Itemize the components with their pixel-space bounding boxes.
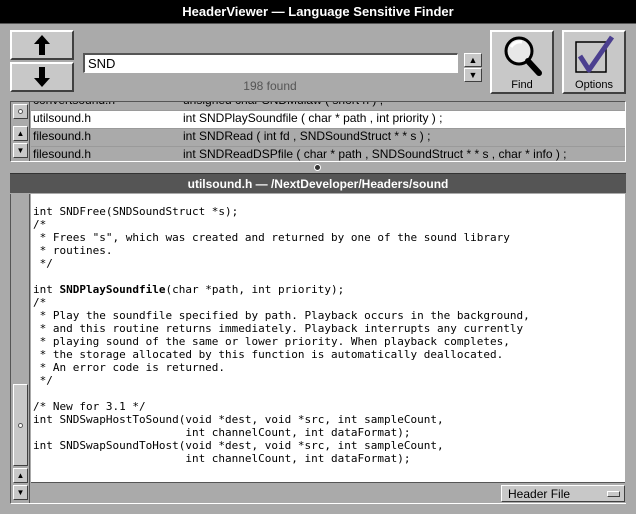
code-line: /* <box>33 296 47 309</box>
code-line-suffix: (char *path, int priority); <box>165 283 345 296</box>
results-rows: convertsound.h unsigned char SNDMulaw ( … <box>31 102 625 161</box>
options-button-label: Options <box>575 79 613 91</box>
triangle-down-icon: ▼ <box>16 145 25 155</box>
code-status-strip: Header File <box>31 482 625 503</box>
header-code: int SNDFree(SNDSoundStruct *s); /* * Fre… <box>31 194 625 465</box>
code-line: * An error code is returned. <box>33 361 226 374</box>
code-line: int channelCount, int dataFormat); <box>33 452 411 465</box>
results-scroll-down-button[interactable]: ▼ <box>13 143 28 158</box>
code-line: /* <box>33 218 47 231</box>
view-mode-label: Header File <box>508 486 571 501</box>
code-line: */ <box>33 374 53 387</box>
split-view-divider-handle[interactable] <box>314 164 321 171</box>
arrow-down-icon <box>34 67 50 87</box>
code-text-area[interactable]: int SNDFree(SNDSoundStruct *s); /* * Fre… <box>31 194 625 482</box>
code-line: /* New for 3.1 */ <box>33 400 146 413</box>
knob-dot-icon <box>18 422 23 428</box>
code-scroll-down-button[interactable]: ▼ <box>13 485 28 500</box>
code-scroll-knob[interactable] <box>13 384 28 466</box>
window-title: HeaderViewer — Language Sensitive Finder <box>182 4 454 19</box>
result-row[interactable]: convertsound.h unsigned char SNDMulaw ( … <box>31 102 625 111</box>
code-line: * Frees "s", which was created and retur… <box>33 231 510 244</box>
code-line: int channelCount, int dataFormat); <box>33 426 411 439</box>
found-count: 198 found <box>243 79 297 93</box>
knob-dot-icon <box>18 109 23 114</box>
result-row[interactable]: filesound.h int SNDReadDSPfile ( char * … <box>31 147 625 161</box>
highlighted-function: SNDPlaySoundfile <box>59 283 166 296</box>
triangle-up-icon: ▲ <box>468 54 478 65</box>
code-line: */ <box>33 257 53 270</box>
results-scrollbar[interactable]: ▲ ▼ <box>11 102 30 161</box>
next-button[interactable] <box>10 62 74 92</box>
code-line: int SNDFree(SNDSoundStruct *s); <box>33 205 239 218</box>
magnifier-icon <box>504 36 542 76</box>
code-line: * routines. <box>33 244 113 257</box>
triangle-down-icon: ▼ <box>16 487 25 497</box>
view-mode-popup[interactable]: Header File <box>501 485 625 502</box>
options-button[interactable]: Options <box>562 30 626 94</box>
result-declaration: int SNDRead ( int fd , SNDSoundStruct * … <box>183 129 431 143</box>
result-row[interactable]: filesound.h int SNDRead ( int fd , SNDSo… <box>31 129 625 147</box>
code-line-prefix: int <box>33 283 60 296</box>
find-button-label: Find <box>511 79 533 91</box>
stepper-up-button[interactable]: ▲ <box>464 53 482 67</box>
code-scroll-up-button[interactable]: ▲ <box>13 468 28 483</box>
window-title-bar[interactable]: HeaderViewer — Language Sensitive Finder <box>0 0 636 24</box>
previous-button[interactable] <box>10 30 74 60</box>
file-path: utilsound.h — /NextDeveloper/Headers/sou… <box>187 176 449 191</box>
triangle-up-icon: ▲ <box>16 128 25 138</box>
search-input[interactable] <box>83 53 458 73</box>
code-line: * playing sound of the same or lower pri… <box>33 335 510 348</box>
code-line: * Play the soundfile specified by path. … <box>33 309 530 322</box>
arrow-up-icon <box>34 35 50 55</box>
result-declaration: int SNDReadDSPfile ( char * path , SNDSo… <box>183 147 567 161</box>
result-declaration: unsigned char SNDMulaw ( short n ) ; <box>183 102 625 110</box>
match-stepper[interactable]: ▲ ▼ <box>464 53 484 83</box>
find-button[interactable]: Find <box>490 30 554 94</box>
result-file: utilsound.h <box>33 111 92 125</box>
result-file: filesound.h <box>33 147 92 161</box>
stepper-down-button[interactable]: ▼ <box>464 68 482 82</box>
result-file: convertsound.h <box>31 102 183 110</box>
checkmark-icon <box>575 35 615 73</box>
code-line: int SNDSwapSoundToHost(void *dest, void … <box>33 439 444 452</box>
code-view: ▲ ▼ int SNDFree(SNDSoundStruct *s); /* *… <box>10 194 626 504</box>
triangle-up-icon: ▲ <box>16 470 25 480</box>
code-line: * the storage allocated by this function… <box>33 348 504 361</box>
results-scroll-knob[interactable] <box>13 104 28 119</box>
result-declaration: int SNDPlaySoundfile ( char * path , int… <box>183 111 443 125</box>
code-scrollbar[interactable]: ▲ ▼ <box>11 194 30 503</box>
code-line: int SNDSwapHostToSound(void *dest, void … <box>33 413 444 426</box>
result-row-selected[interactable]: utilsound.h int SNDPlaySoundfile ( char … <box>31 111 625 129</box>
results-list[interactable]: ▲ ▼ convertsound.h unsigned char SNDMula… <box>10 101 626 162</box>
popup-indicator-icon <box>607 491 620 497</box>
file-path-bar: utilsound.h — /NextDeveloper/Headers/sou… <box>10 173 626 193</box>
result-file: filesound.h <box>33 129 92 143</box>
results-scroll-up-button[interactable]: ▲ <box>13 126 28 141</box>
code-line: * and this routine returns immediately. … <box>33 322 524 335</box>
triangle-down-icon: ▼ <box>468 69 478 80</box>
